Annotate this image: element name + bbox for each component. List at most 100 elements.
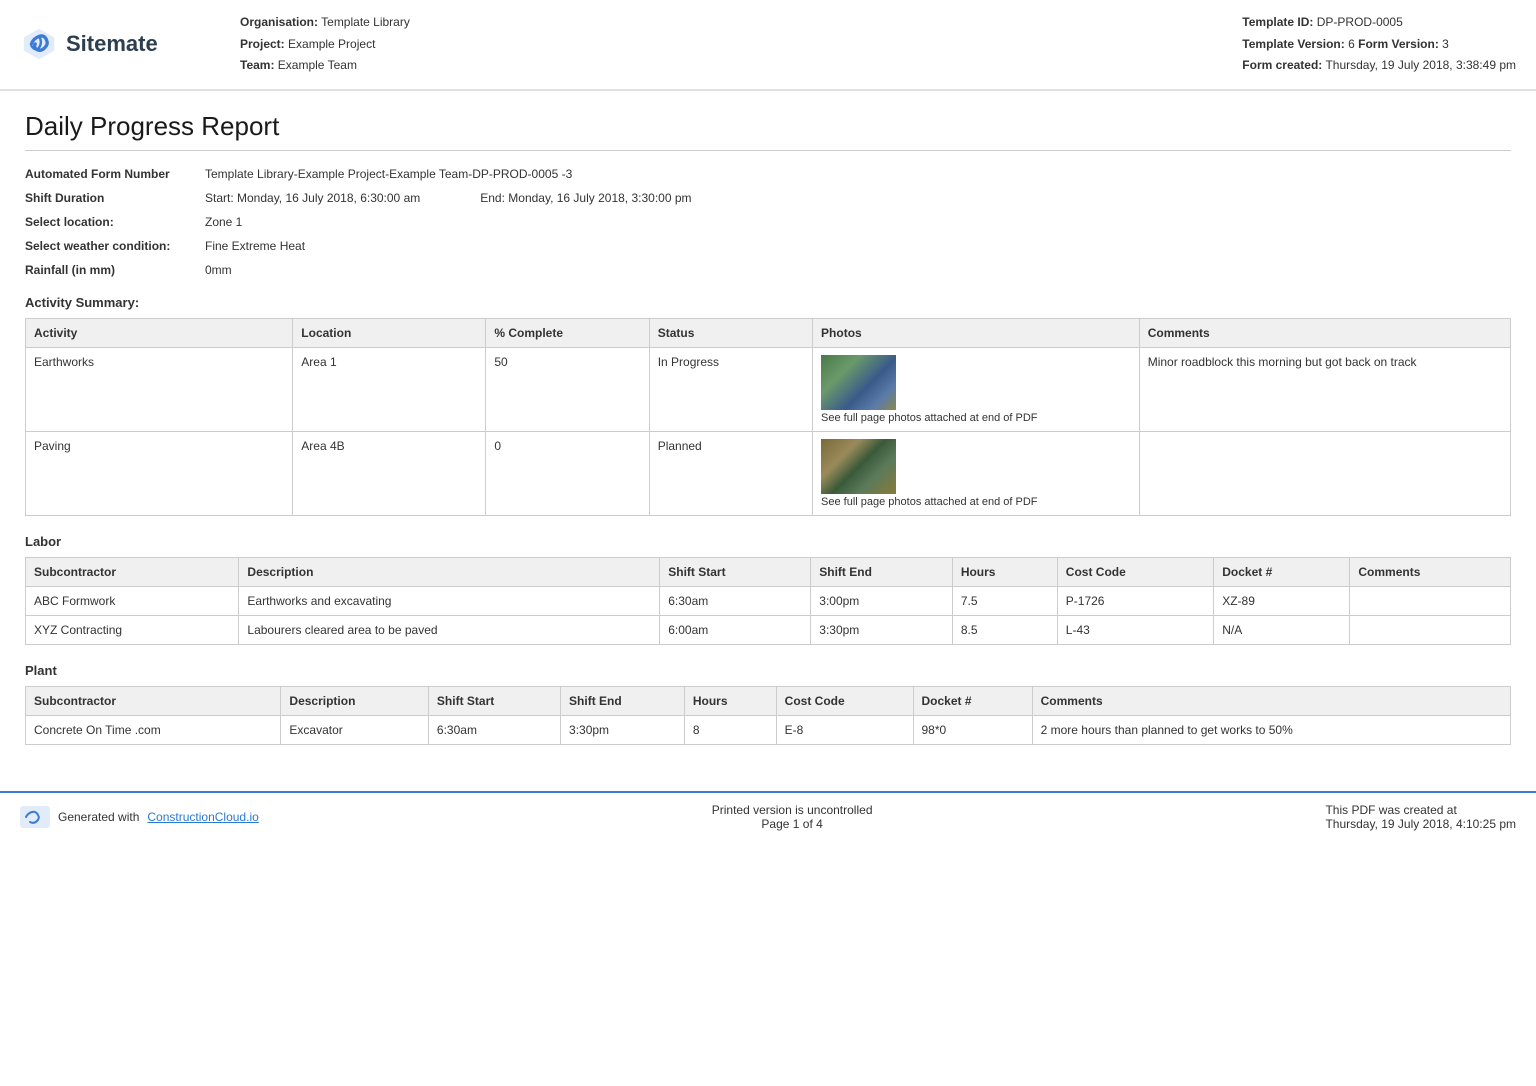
- header-center-info: Organisation: Template Library Project: …: [240, 12, 1242, 77]
- labor-cell-subcontractor: XYZ Contracting: [26, 615, 239, 644]
- plant-col-shift-start: Shift Start: [428, 686, 560, 715]
- plant-col-description: Description: [281, 686, 429, 715]
- activity-cell-comments: Minor roadblock this morning but got bac…: [1139, 347, 1510, 431]
- plant-table: Subcontractor Description Shift Start Sh…: [25, 686, 1511, 745]
- project-label: Project:: [240, 37, 285, 51]
- org-label: Organisation:: [240, 15, 318, 29]
- team-label: Team:: [240, 58, 274, 72]
- rainfall-row: Rainfall (in mm) 0mm: [25, 263, 1511, 277]
- template-id-value: DP-PROD-0005: [1317, 15, 1403, 29]
- select-location-value: Zone 1: [205, 215, 242, 229]
- labor-cell-shift-start: 6:30am: [660, 586, 811, 615]
- plant-cell-description: Excavator: [281, 715, 429, 744]
- template-id-label: Template ID:: [1242, 15, 1313, 29]
- labor-cell-description: Earthworks and excavating: [239, 586, 660, 615]
- footer-right: This PDF was created at Thursday, 19 Jul…: [1325, 803, 1516, 831]
- shift-duration-label: Shift Duration: [25, 191, 205, 205]
- photo-caption: See full page photos attached at end of …: [821, 496, 1037, 508]
- select-location-row: Select location: Zone 1: [25, 215, 1511, 229]
- footer-page-info: Page 1 of 4: [712, 817, 873, 831]
- footer-pdf-date: Thursday, 19 July 2018, 4:10:25 pm: [1325, 817, 1516, 831]
- activity-cell-photos: See full page photos attached at end of …: [813, 431, 1140, 515]
- labor-cell-shift-end: 3:30pm: [811, 615, 953, 644]
- page-footer: Generated with ConstructionCloud.io Prin…: [0, 791, 1536, 841]
- select-weather-row: Select weather condition: Fine Extreme H…: [25, 239, 1511, 253]
- labor-cell-subcontractor: ABC Formwork: [26, 586, 239, 615]
- labor-table-row: XYZ Contracting Labourers cleared area t…: [26, 615, 1511, 644]
- activity-col-activity: Activity: [26, 318, 293, 347]
- plant-header-row: Subcontractor Description Shift Start Sh…: [26, 686, 1511, 715]
- form-version-label: Form Version:: [1358, 37, 1439, 51]
- logo-text: Sitemate: [66, 31, 158, 57]
- plant-col-cost-code: Cost Code: [776, 686, 913, 715]
- labor-table: Subcontractor Description Shift Start Sh…: [25, 557, 1511, 645]
- labor-col-comments: Comments: [1350, 557, 1511, 586]
- activity-col-comments: Comments: [1139, 318, 1510, 347]
- activity-cell-photos: See full page photos attached at end of …: [813, 347, 1140, 431]
- template-version-value: 6: [1348, 37, 1355, 51]
- activity-cell-activity: Earthworks: [26, 347, 293, 431]
- sitemate-logo-icon: [20, 25, 58, 63]
- labor-header-row: Subcontractor Description Shift Start Sh…: [26, 557, 1511, 586]
- footer-left: Generated with ConstructionCloud.io: [20, 806, 259, 828]
- activity-cell-activity: Paving: [26, 431, 293, 515]
- plant-title: Plant: [25, 663, 1511, 678]
- activity-cell-location: Area 1: [293, 347, 486, 431]
- plant-col-docket: Docket #: [913, 686, 1032, 715]
- activity-cell-status: Planned: [649, 431, 812, 515]
- labor-cell-shift-start: 6:00am: [660, 615, 811, 644]
- auto-form-row: Automated Form Number Template Library-E…: [25, 167, 1511, 181]
- rainfall-value: 0mm: [205, 263, 232, 277]
- activity-cell-location: Area 4B: [293, 431, 486, 515]
- footer-link[interactable]: ConstructionCloud.io: [147, 810, 258, 824]
- activity-col-complete: % Complete: [486, 318, 649, 347]
- activity-cell-status: In Progress: [649, 347, 812, 431]
- labor-col-description: Description: [239, 557, 660, 586]
- logo-area: Sitemate: [20, 25, 240, 63]
- activity-col-photos: Photos: [813, 318, 1140, 347]
- plant-col-subcontractor: Subcontractor: [26, 686, 281, 715]
- labor-cell-comments: [1350, 586, 1511, 615]
- labor-cell-shift-end: 3:00pm: [811, 586, 953, 615]
- org-value: Template Library: [321, 15, 410, 29]
- activity-col-location: Location: [293, 318, 486, 347]
- select-location-label: Select location:: [25, 215, 205, 229]
- plant-col-comments: Comments: [1032, 686, 1510, 715]
- plant-cell-cost-code: E-8: [776, 715, 913, 744]
- header-right-info: Template ID: DP-PROD-0005 Template Versi…: [1242, 12, 1516, 77]
- team-value: Example Team: [278, 58, 357, 72]
- labor-col-shift-end: Shift End: [811, 557, 953, 586]
- labor-cell-comments: [1350, 615, 1511, 644]
- labor-cell-cost-code: P-1726: [1057, 586, 1213, 615]
- plant-cell-shift-end: 3:30pm: [561, 715, 685, 744]
- activity-summary-table: Activity Location % Complete Status Phot…: [25, 318, 1511, 516]
- plant-col-shift-end: Shift End: [561, 686, 685, 715]
- form-created-value: Thursday, 19 July 2018, 3:38:49 pm: [1325, 58, 1516, 72]
- main-content: Daily Progress Report Automated Form Num…: [0, 91, 1536, 781]
- plant-cell-shift-start: 6:30am: [428, 715, 560, 744]
- labor-cell-docket: N/A: [1214, 615, 1350, 644]
- rainfall-label: Rainfall (in mm): [25, 263, 205, 277]
- plant-col-hours: Hours: [684, 686, 776, 715]
- plant-cell-docket: 98*0: [913, 715, 1032, 744]
- shift-start-value: Start: Monday, 16 July 2018, 6:30:00 am: [205, 191, 420, 205]
- footer-print-notice: Printed version is uncontrolled: [712, 803, 873, 817]
- select-weather-value: Fine Extreme Heat: [205, 239, 305, 253]
- photo-caption: See full page photos attached at end of …: [821, 412, 1037, 424]
- labor-col-docket: Docket #: [1214, 557, 1350, 586]
- labor-title: Labor: [25, 534, 1511, 549]
- template-version-label: Template Version:: [1242, 37, 1344, 51]
- labor-table-row: ABC Formwork Earthworks and excavating 6…: [26, 586, 1511, 615]
- labor-cell-hours: 8.5: [952, 615, 1057, 644]
- footer-logo-icon: [20, 806, 50, 828]
- footer-center: Printed version is uncontrolled Page 1 o…: [712, 803, 873, 831]
- labor-col-hours: Hours: [952, 557, 1057, 586]
- plant-cell-subcontractor: Concrete On Time .com: [26, 715, 281, 744]
- shift-duration-row: Shift Duration Start: Monday, 16 July 20…: [25, 191, 1511, 205]
- form-version-value: 3: [1442, 37, 1449, 51]
- labor-col-subcontractor: Subcontractor: [26, 557, 239, 586]
- auto-form-value: Template Library-Example Project-Example…: [205, 167, 572, 181]
- activity-summary-title: Activity Summary:: [25, 295, 1511, 310]
- plant-cell-comments: 2 more hours than planned to get works t…: [1032, 715, 1510, 744]
- activity-cell-comments: [1139, 431, 1510, 515]
